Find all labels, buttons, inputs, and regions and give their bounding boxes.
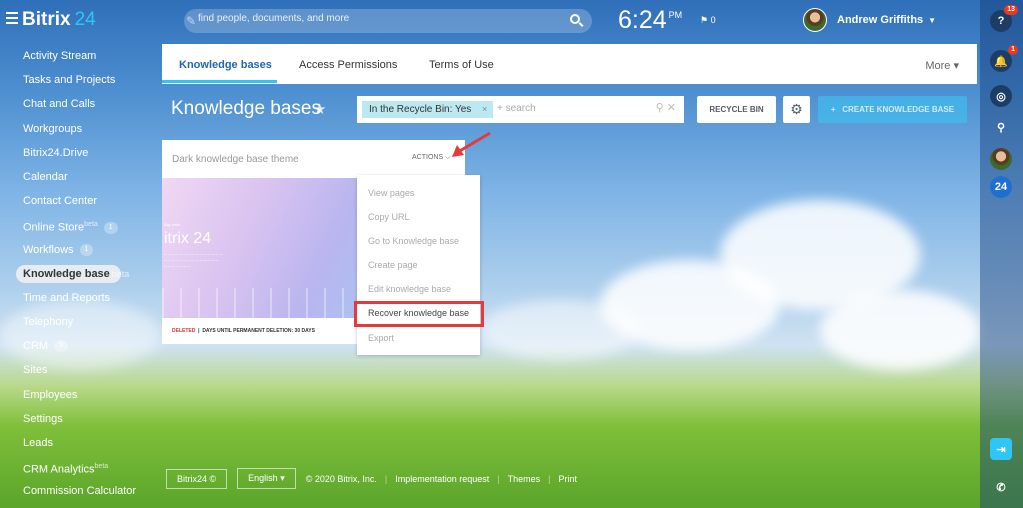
page-title: Knowledge bases: [171, 98, 321, 119]
menu-item-copy-url[interactable]: Copy URL: [368, 212, 410, 222]
sidebar-item-employees[interactable]: Employees: [0, 383, 160, 407]
sidebar-item-drive[interactable]: Bitrix24.Drive: [0, 141, 160, 165]
search-input[interactable]: [198, 13, 558, 24]
bitrix24-icon[interactable]: 24: [990, 176, 1012, 198]
clock[interactable]: 6:24 PM: [618, 6, 682, 35]
filter-chip[interactable]: In the Recycle Bin: Yes ×: [362, 101, 494, 118]
footer: Bitrix24 © English ▾ © 2020 Bitrix, Inc.…: [166, 468, 577, 489]
sidebar-item-commission-calculator[interactable]: Commission Calculator: [0, 479, 160, 503]
gear-icon[interactable]: ⚙: [783, 96, 810, 123]
exit-icon[interactable]: ⇥: [990, 438, 1012, 460]
recycle-bin-button[interactable]: RECYCLE BIN: [697, 96, 776, 123]
print-link[interactable]: Print: [559, 474, 578, 484]
sidebar-item-sites[interactable]: Sites: [0, 358, 160, 382]
sidebar-item-crm-analytics[interactable]: CRM Analyticsbeta: [0, 455, 160, 479]
sidebar-item-knowledge-base[interactable]: Knowledge base beta: [0, 262, 160, 286]
search-clear-icons[interactable]: ⚲ ✕: [656, 101, 676, 114]
menu-item-export[interactable]: Export: [368, 333, 394, 343]
highlight-box: [354, 301, 484, 327]
chat-icon[interactable]: ◎: [990, 85, 1012, 107]
search-icon[interactable]: ⚲: [990, 116, 1012, 138]
cloud: [480, 300, 640, 360]
top-bar: Bitrix24 ✎ 6:24PM ⚑ 0 Andrew Griffiths▼: [0, 0, 1023, 42]
language-select[interactable]: English ▾: [237, 468, 296, 489]
help-icon[interactable]: ? 13: [990, 5, 1018, 32]
themes-link[interactable]: Themes: [508, 474, 541, 484]
tab-access-permissions[interactable]: Access Permissions: [299, 59, 397, 71]
sidebar-item-settings[interactable]: Settings: [0, 407, 160, 431]
sidebar-item-crm[interactable]: CRM 5: [0, 334, 160, 358]
logo[interactable]: Bitrix 24: [22, 9, 96, 31]
filter-search-placeholder[interactable]: + search: [497, 103, 536, 114]
annotation-arrow: [452, 131, 491, 157]
user-name: Andrew Griffiths: [837, 14, 924, 26]
sidebar-item-workflows[interactable]: Workflows 1: [0, 238, 160, 262]
notification-badge: 13: [1004, 5, 1018, 15]
user-menu[interactable]: Andrew Griffiths ▼: [803, 8, 936, 32]
sidebar: Activity Stream Tasks and Projects Chat …: [0, 44, 160, 504]
sidebar-item-leads[interactable]: Leads: [0, 431, 160, 455]
phone-icon[interactable]: ✆: [990, 476, 1012, 498]
right-panel: ? 13 🔔 1 ◎ ⚲ 24 ⇥ ✆: [980, 0, 1023, 508]
star-icon[interactable]: ★: [313, 100, 326, 118]
sidebar-item-activity-stream[interactable]: Activity Stream: [0, 44, 160, 68]
notification-badge: 1: [1008, 45, 1018, 55]
bell-icon[interactable]: 🔔 1: [990, 45, 1018, 72]
tab-terms-of-use[interactable]: Terms of Use: [429, 59, 494, 71]
actions-button[interactable]: ACTIONS ⌵: [412, 154, 450, 162]
menu-item-go-to-knowledge-base[interactable]: Go to Knowledge base: [368, 236, 459, 246]
sidebar-item-contact-center[interactable]: Contact Center: [0, 189, 160, 213]
menu-item-view-pages[interactable]: View pages: [368, 188, 414, 198]
preview-logo: itrix 24: [164, 230, 212, 247]
avatar[interactable]: [990, 148, 1012, 170]
close-icon[interactable]: ×: [482, 101, 487, 118]
sidebar-item-calendar[interactable]: Calendar: [0, 165, 160, 189]
flag-counter[interactable]: ⚑ 0: [700, 15, 716, 26]
sidebar-item-workgroups[interactable]: Workgroups: [0, 117, 160, 141]
avatar: [803, 8, 827, 32]
card-title: Dark knowledge base theme: [172, 154, 299, 165]
active-tab-indicator: [162, 80, 277, 83]
tabs-bar: Knowledge bases Access Permissions Terms…: [162, 44, 977, 84]
sidebar-item-tasks[interactable]: Tasks and Projects: [0, 68, 160, 92]
menu-item-create-page[interactable]: Create page: [368, 260, 418, 270]
more-menu[interactable]: More ▾: [925, 59, 959, 72]
footer-brand-button[interactable]: Bitrix24 ©: [166, 468, 228, 489]
preview-text: Say hello: [164, 222, 181, 227]
search-icon[interactable]: [570, 14, 580, 24]
sidebar-item-chat[interactable]: Chat and Calls: [0, 92, 160, 116]
actions-menu: View pages Copy URL Go to Knowledge base…: [357, 175, 480, 355]
menu-item-edit-knowledge-base[interactable]: Edit knowledge base: [368, 284, 451, 294]
cloud: [820, 290, 980, 370]
filter-search[interactable]: In the Recycle Bin: Yes × + search ⚲ ✕: [357, 96, 684, 123]
copyright: © 2020 Bitrix, Inc.: [305, 473, 377, 484]
tab-knowledge-bases[interactable]: Knowledge bases: [179, 59, 272, 71]
create-knowledge-base-button[interactable]: + CREATE KNOWLEDGE BASE: [818, 96, 967, 123]
sidebar-item-time-reports[interactable]: Time and Reports: [0, 286, 160, 310]
implementation-request-link[interactable]: Implementation request: [395, 474, 489, 484]
sidebar-item-telephony[interactable]: Telephony: [0, 310, 160, 334]
card-status: DELETED | DAYS UNTIL PERMANENT DELETION:…: [172, 328, 315, 334]
sidebar-item-online-store[interactable]: Online Storebeta 1: [0, 213, 160, 237]
preview-body: ─ ─ ─ ─ ─ ─ ─ ─ ─ ─ ─ ─ ─ ─ ─ ─ ─ ─ ─ ─ ─…: [164, 252, 223, 269]
search-bar[interactable]: [184, 9, 592, 33]
chevron-down-icon: ▼: [928, 15, 937, 25]
menu-icon[interactable]: [6, 12, 18, 24]
